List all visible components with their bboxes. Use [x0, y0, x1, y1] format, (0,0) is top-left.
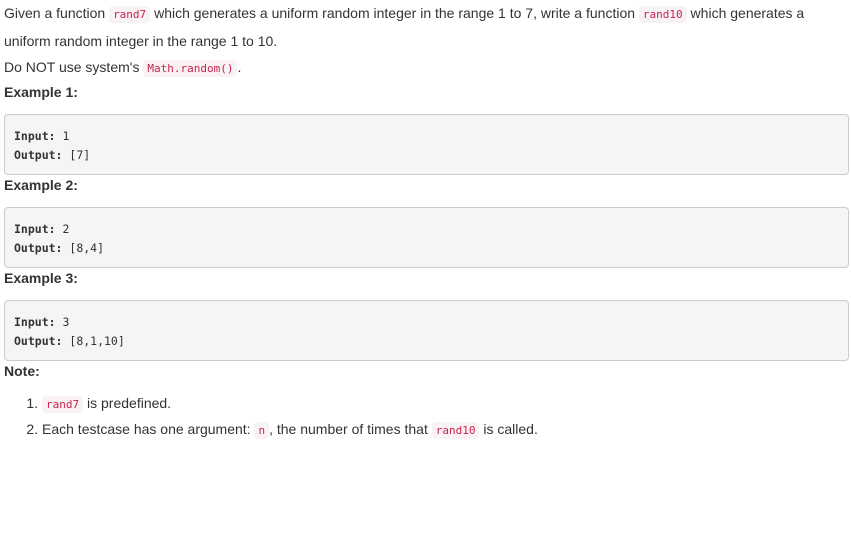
- problem-description: Given a function rand7 which generates a…: [0, 0, 851, 546]
- input-label: Input:: [14, 222, 56, 236]
- description-paragraph: Given a function rand7 which generates a…: [4, 0, 849, 54]
- example-1-block: Input: 1 Output: [7]: [4, 114, 849, 175]
- note-text: is predefined.: [83, 395, 172, 411]
- note-text: is called.: [479, 421, 538, 437]
- constraint-text: Do NOT use system's: [4, 59, 144, 75]
- output-label: Output:: [14, 333, 63, 348]
- example-2-block: Input: 2 Output: [8,4]: [4, 207, 849, 268]
- note-item-2: Each testcase has one argument: n, the n…: [42, 417, 849, 443]
- input-label: Input:: [14, 129, 56, 143]
- inline-code-rand7: rand7: [42, 396, 84, 413]
- description-text: which generates a uniform random integer…: [150, 5, 639, 21]
- note-text: Each testcase has one argument:: [42, 421, 255, 437]
- input-label: Input:: [14, 315, 56, 329]
- output-value: [8,1,10]: [62, 333, 125, 348]
- example-2-heading: Example 2:: [4, 177, 78, 193]
- inline-code-rand7: rand7: [109, 6, 151, 23]
- input-value: 2: [55, 222, 70, 236]
- note-item-1: rand7 is predefined.: [42, 391, 849, 417]
- inline-code-math-random: Math.random(): [143, 60, 238, 77]
- output-value: [7]: [62, 147, 91, 162]
- note-list: rand7 is predefined. Each testcase has o…: [4, 391, 849, 443]
- input-value: 1: [55, 129, 70, 143]
- note-heading: Note:: [4, 363, 40, 379]
- output-label: Output:: [14, 240, 63, 255]
- input-value: 3: [55, 315, 70, 329]
- inline-code-n: n: [254, 422, 270, 439]
- inline-code-rand10: rand10: [638, 6, 687, 23]
- example-1-heading: Example 1:: [4, 84, 78, 100]
- example-3-heading: Example 3:: [4, 270, 78, 286]
- constraint-text: .: [237, 59, 242, 75]
- inline-code-rand10: rand10: [431, 422, 480, 439]
- constraint-paragraph: Do NOT use system's Math.random().: [4, 54, 849, 82]
- example-3-block: Input: 3 Output: [8,1,10]: [4, 300, 849, 361]
- output-value: [8,4]: [62, 240, 105, 255]
- output-label: Output:: [14, 147, 63, 162]
- description-text: Given a function: [4, 5, 110, 21]
- note-text: , the number of times that: [269, 421, 432, 437]
